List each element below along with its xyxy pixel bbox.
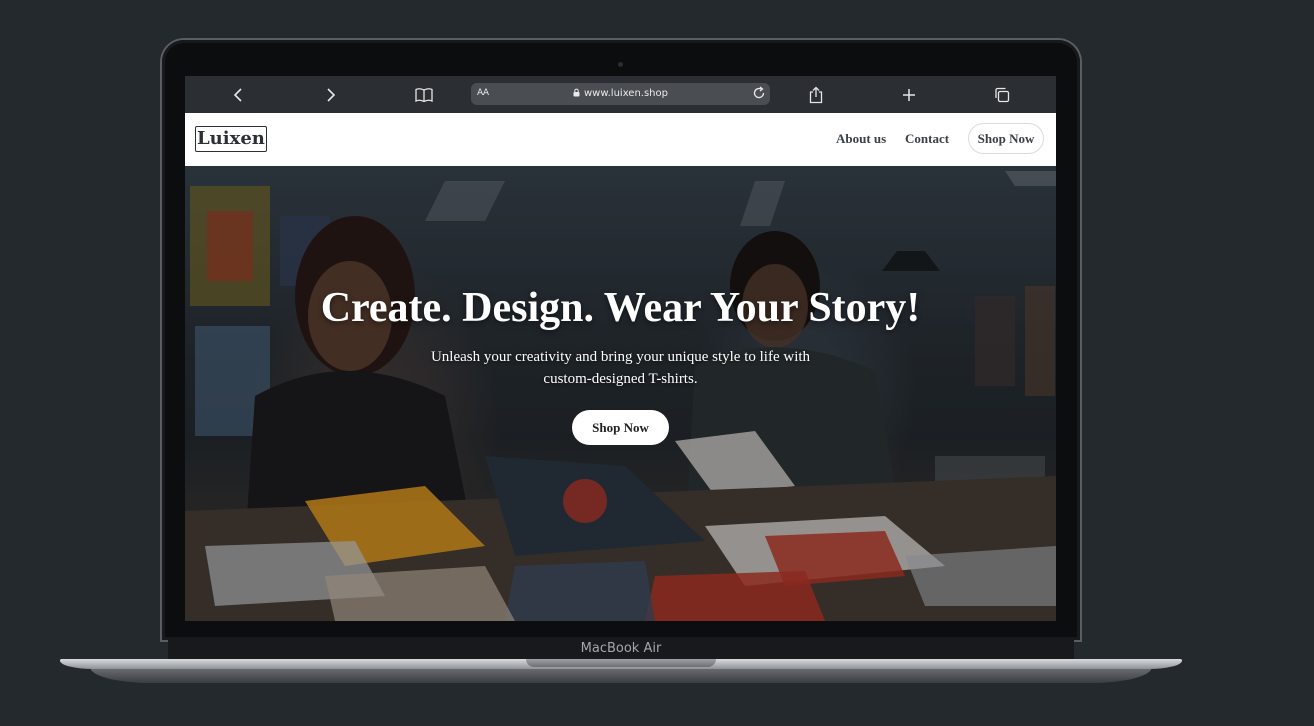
laptop-chin: MacBook Air (168, 637, 1074, 661)
hero-overlay (185, 166, 1056, 621)
back-icon[interactable] (228, 85, 248, 105)
nav-shop-now-button[interactable]: Shop Now (968, 123, 1044, 154)
new-tab-icon[interactable] (899, 85, 919, 105)
hero-subtitle: Unleash your creativity and bring your u… (430, 349, 811, 387)
hero-title: Create. Design. Wear Your Story! (320, 285, 921, 331)
tabs-icon[interactable] (992, 85, 1012, 105)
hero-section: Create. Design. Wear Your Story! Unleash… (185, 166, 1056, 621)
nav-contact-link[interactable]: Contact (905, 131, 949, 147)
site-logo[interactable]: Luixen (195, 126, 267, 152)
nav-about-link[interactable]: About us (836, 131, 886, 147)
lock-icon (573, 88, 580, 100)
camera (618, 62, 623, 67)
device-label: MacBook Air (580, 641, 662, 656)
laptop-base-shadow (90, 667, 1152, 683)
site-navbar: Luixen About us Contact Shop Now (185, 113, 1056, 166)
hero-shop-now-button[interactable]: Shop Now (572, 410, 669, 445)
url-text: www.luixen.shop (584, 88, 668, 99)
browser-toolbar: AA www.luixen.shop (185, 76, 1056, 113)
address-bar[interactable]: AA www.luixen.shop (471, 83, 770, 105)
share-icon[interactable] (806, 85, 826, 105)
bookmarks-icon[interactable] (414, 85, 434, 105)
reload-icon[interactable] (752, 86, 766, 103)
forward-icon[interactable] (321, 85, 341, 105)
laptop-screen: AA www.luixen.shop Luixen About us Conta… (185, 76, 1056, 621)
laptop-notch (526, 659, 716, 667)
